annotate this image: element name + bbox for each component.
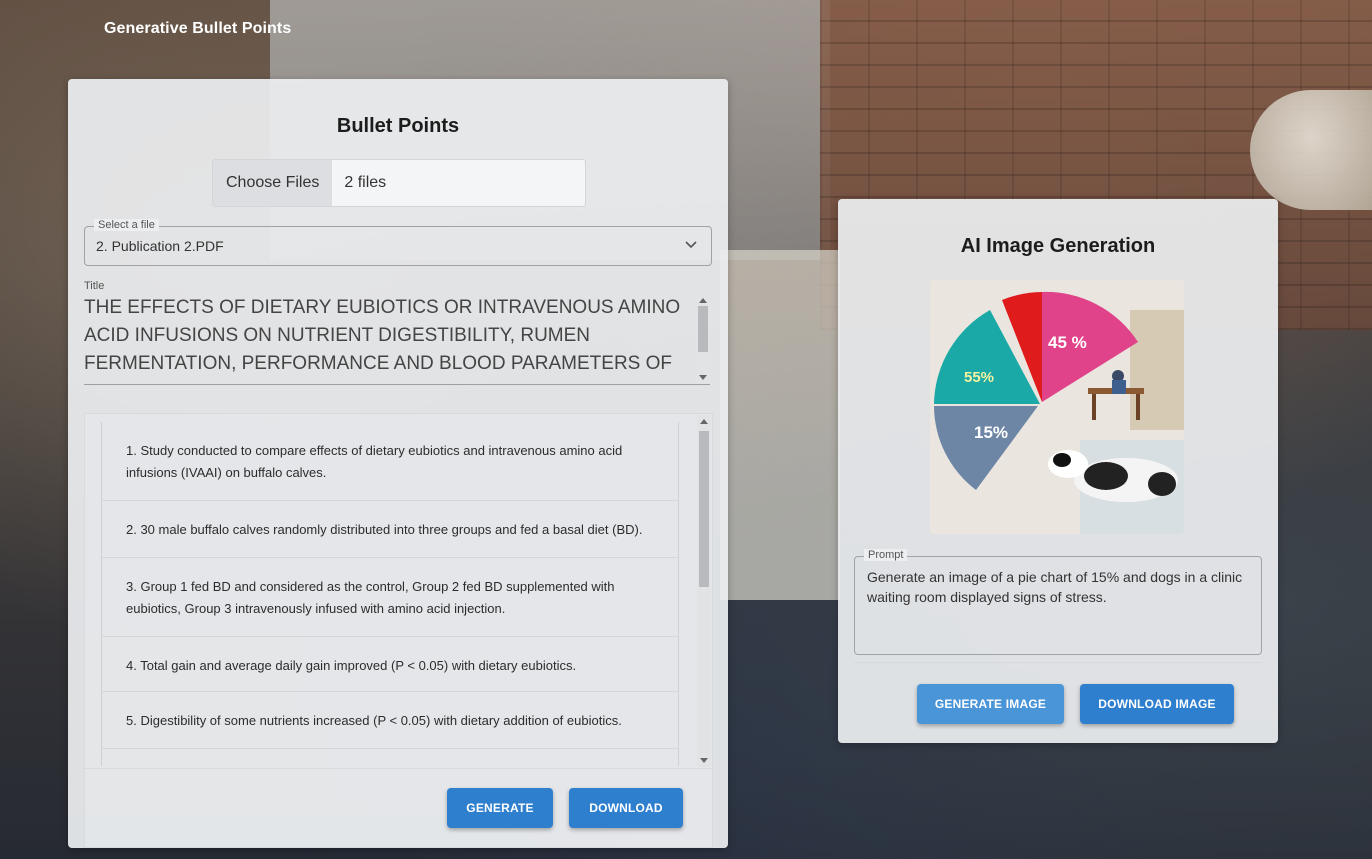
bullets-scrollbar[interactable] — [697, 415, 711, 767]
bullet-item: 5. Digestibility of some nutrients incre… — [102, 692, 678, 749]
background-lamp — [1250, 90, 1372, 210]
scroll-up-arrow-icon[interactable] — [699, 298, 707, 303]
download-image-button[interactable]: DOWNLOAD IMAGE — [1080, 684, 1234, 724]
file-picker[interactable]: Choose Files 2 files — [212, 159, 586, 207]
bullets-list: 1. Study conducted to compare effects of… — [101, 422, 679, 766]
scroll-down-arrow-icon[interactable] — [700, 758, 708, 763]
file-count-label: 2 files — [344, 174, 387, 191]
bullets-container: 1. Study conducted to compare effects of… — [84, 413, 713, 848]
bullet-item: 3. Group 1 fed BD and considered as the … — [102, 558, 678, 637]
scroll-down-arrow-icon[interactable] — [699, 375, 707, 380]
pie-label-pink: 45 % — [1048, 333, 1087, 352]
bullet-item: 2. 30 male buffalo calves randomly distr… — [102, 501, 678, 558]
bullet-points-heading: Bullet Points — [336, 115, 460, 137]
pie-label-teal: 55% — [964, 369, 994, 386]
app-title: Generative Bullet Points — [104, 20, 292, 37]
title-text: THE EFFECTS OF DIETARY EUBIOTICS OR INTR… — [84, 297, 681, 374]
bullet-points-panel: Bullet Points Choose Files 2 files Selec… — [68, 79, 728, 848]
prompt-divider — [854, 662, 1262, 663]
ai-image-heading: AI Image Generation — [960, 235, 1156, 257]
ai-image-panel: AI Image Generation 45 % 55% 15% Prompt … — [838, 199, 1278, 743]
file-select-label: Select a file — [94, 219, 159, 231]
title-textarea[interactable]: THE EFFECTS OF DIETARY EUBIOTICS OR INTR… — [84, 294, 710, 385]
bullet-item: 4. Total gain and average daily gain imp… — [102, 637, 678, 692]
choose-files-button[interactable]: Choose Files — [213, 160, 333, 206]
bullets-footer: GENERATE DOWNLOAD — [85, 768, 712, 847]
prompt-label: Prompt — [864, 549, 908, 561]
generate-image-button[interactable]: GENERATE IMAGE — [917, 684, 1064, 724]
prompt-text: Generate an image of a pie chart of 15% … — [867, 569, 1243, 605]
generated-image: 45 % 55% 15% — [930, 280, 1184, 534]
scroll-up-arrow-icon[interactable] — [700, 419, 708, 424]
prompt-textarea[interactable]: Prompt Generate an image of a pie chart … — [854, 549, 1262, 655]
pie-label-slate: 15% — [974, 423, 1008, 442]
background-whiteboard — [720, 250, 840, 600]
file-select-value: 2. Publication 2.PDF — [96, 238, 224, 254]
file-select[interactable]: Select a file 2. Publication 2.PDF — [84, 219, 712, 266]
bullet-item: 1. Study conducted to compare effects of… — [102, 422, 678, 501]
title-field-label: Title — [84, 280, 105, 292]
chevron-down-icon — [685, 241, 697, 249]
title-scroll-thumb[interactable] — [698, 306, 708, 352]
title-scrollbar[interactable] — [696, 294, 710, 384]
download-button[interactable]: DOWNLOAD — [569, 788, 683, 828]
generated-image-illustration: 45 % 55% 15% — [930, 280, 1184, 534]
generate-button[interactable]: GENERATE — [447, 788, 553, 828]
bullets-scroll-thumb[interactable] — [699, 431, 709, 587]
